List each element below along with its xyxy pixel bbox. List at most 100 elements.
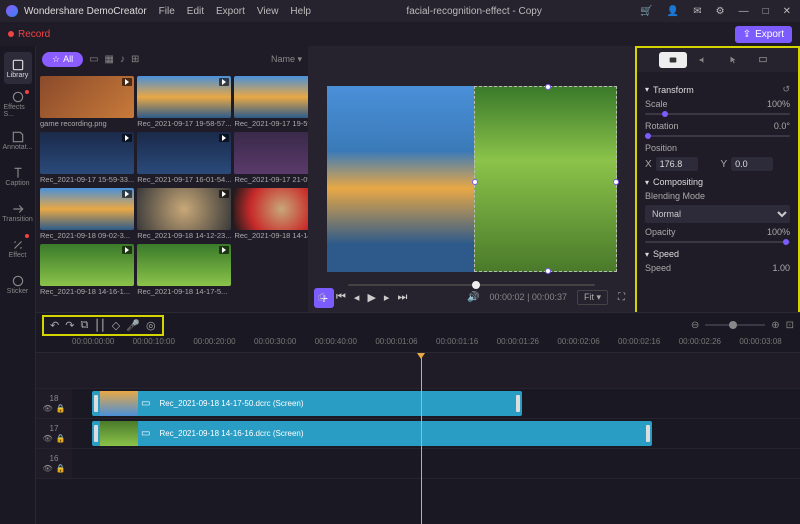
thumbnail-label: Rec_2021-09-18 14-16-1... [40,286,134,297]
zoom-in-icon[interactable]: ⊕ [771,320,779,331]
sort-dropdown[interactable]: Name ▾ [271,54,302,65]
voiceover-icon[interactable]: 🎤 [126,319,140,332]
snapshot-icon[interactable]: ⎙ [318,292,326,303]
minimize-icon[interactable]: — [736,6,752,17]
track-head[interactable]: 17👁🔒 [36,419,72,448]
rotation-slider[interactable] [645,135,790,137]
menu-export[interactable]: Export [216,6,245,17]
settings-icon[interactable]: ⚙ [713,6,728,17]
media-thumbnail[interactable]: Rec_2021-09-18 14-12-23... [137,188,231,241]
timeline: ↶ ↷ ⧉ ⎮⎮ ◇ 🎤 ◎ ⊖ ⊕ ⊡ 00:00:0 [36,312,800,524]
marker-icon[interactable]: ◇ [112,319,120,332]
position-label: Position [645,143,677,153]
scale-label: Scale [645,99,668,109]
media-thumbnail[interactable]: Rec_2021-09-18 14-17-5... [137,244,231,297]
scale-value: 100% [767,99,790,109]
media-thumbnail[interactable]: Rec_2021-09-17 19-59-23... [234,76,308,129]
eye-icon[interactable]: 👁 [42,434,52,443]
media-thumbnail[interactable]: Rec_2021-09-17 19-58-57... [137,76,231,129]
media-thumbnail[interactable]: game recording.png [40,76,134,129]
filter-folder-icon[interactable]: ⊞ [131,54,139,65]
play-button[interactable]: ▶ [367,291,375,304]
media-thumbnail[interactable]: Rec_2021-09-17 16-01-54... [137,132,231,185]
thumbnail-label: Rec_2021-09-17 21-09-19... [234,174,308,185]
user-icon[interactable]: 👤 [664,6,682,17]
sidebar-tab-annotation[interactable]: Annotat... [4,124,32,156]
playhead[interactable] [421,353,422,524]
opacity-slider[interactable] [645,241,790,243]
rotation-value: 0.0° [774,121,790,131]
media-thumbnail[interactable]: Rec_2021-09-17 21-09-19... [234,132,308,185]
preview-canvas[interactable] [327,86,617,272]
reset-transform-icon[interactable]: ↺ [782,84,790,95]
record-button[interactable]: Record [8,29,50,40]
sidebar-tab-library[interactable]: Library [4,52,32,84]
crop-icon[interactable]: ⧉ [80,319,88,332]
menu-file[interactable]: File [159,6,175,17]
sidebar-tab-sticker[interactable]: Sticker [4,268,32,300]
sidebar-tab-transition[interactable]: Transition [4,196,32,228]
section-compositing[interactable]: Compositing [645,177,790,187]
speed-label: Speed [645,263,671,273]
section-speed[interactable]: Speed [645,249,790,259]
eye-icon[interactable]: 👁 [42,404,52,413]
fullscreen-icon[interactable]: ⛶ [618,292,625,303]
step-back-button[interactable]: ◂ [354,291,360,304]
thumbnail-label: Rec_2021-09-17 19-59-23... [234,118,308,129]
position-y-input[interactable] [731,157,773,171]
undo-icon[interactable]: ↶ [50,319,59,332]
zoom-out-icon[interactable]: ⊖ [691,320,699,331]
export-button[interactable]: ⇪Export [735,26,792,43]
props-tab-video[interactable] [659,52,687,68]
props-tab-cursor[interactable] [719,52,747,68]
close-icon[interactable]: ✕ [780,6,794,17]
redo-icon[interactable]: ↷ [65,319,74,332]
blend-label: Blending Mode [645,191,705,201]
section-transform[interactable]: Transform↺ [645,84,790,95]
media-thumbnail[interactable]: Rec_2021-09-18 14-16-1... [40,244,134,297]
thumbnail-label: Rec_2021-09-17 16-01-54... [137,174,231,185]
media-thumbnail[interactable]: Rec_2021-09-18 14-14-47... [234,188,308,241]
next-frame-button[interactable]: ⏭ [397,291,407,304]
media-thumbnail[interactable]: Rec_2021-09-18 09-02-3... [40,188,134,241]
menu-view[interactable]: View [257,6,279,17]
maximize-icon[interactable]: □ [760,6,772,17]
props-tab-screen[interactable] [749,52,777,68]
menu-help[interactable]: Help [290,6,311,17]
zoom-slider[interactable] [705,324,765,326]
lock-icon[interactable]: 🔒 [56,464,66,473]
filter-image-icon[interactable]: ▦ [105,54,114,65]
position-x-input[interactable] [656,157,698,171]
fit-dropdown[interactable]: Fit ▾ [577,290,608,305]
timeline-ruler[interactable]: 00:00:00:0000:00:10:0000:00:20:0000:00:3… [36,337,800,353]
mail-icon[interactable]: ✉ [690,6,704,17]
media-thumbnail[interactable]: Rec_2021-09-17 15-59-33... [40,132,134,185]
blend-mode-select[interactable]: Normal [645,205,790,223]
cart-icon[interactable]: 🛒 [637,6,655,17]
prev-frame-button[interactable]: ⏮ [336,291,346,304]
step-fwd-button[interactable]: ▸ [384,291,390,304]
filter-all[interactable]: ☆ All [42,52,83,67]
sidebar-tab-caption[interactable]: Caption [4,160,32,192]
sidebar-tab-effect[interactable]: Effect [4,232,32,264]
clip-icon: ▭ [138,428,153,439]
props-tab-audio[interactable] [689,52,717,68]
volume-icon[interactable]: 🔊 [467,292,479,303]
track-head[interactable]: 18👁🔒 [36,389,72,418]
lock-icon[interactable]: 🔒 [56,404,66,413]
track-head[interactable]: 16👁🔒 [36,449,72,478]
sidebar-tab-effects-store[interactable]: Effects S... [4,88,32,120]
eye-icon[interactable]: 👁 [42,464,52,473]
zoom-fit-icon[interactable]: ⊡ [786,320,794,331]
timeline-clip[interactable]: ▭ Rec_2021-09-18 14-17-50.dcrc (Screen) [92,391,522,416]
filter-audio-icon[interactable]: ♪ [120,54,125,65]
record-icon[interactable]: ◎ [146,319,156,332]
timeline-clip[interactable]: ▭ Rec_2021-09-18 14-16-16.dcrc (Screen) [92,421,652,446]
thumbnail-label: Rec_2021-09-18 09-02-3... [40,230,134,241]
preview-scrubber[interactable] [348,284,595,286]
filter-video-icon[interactable]: ▭ [89,54,98,65]
split-icon[interactable]: ⎮⎮ [94,319,105,332]
scale-slider[interactable] [645,113,790,115]
menu-edit[interactable]: Edit [187,6,204,17]
lock-icon[interactable]: 🔒 [56,434,66,443]
